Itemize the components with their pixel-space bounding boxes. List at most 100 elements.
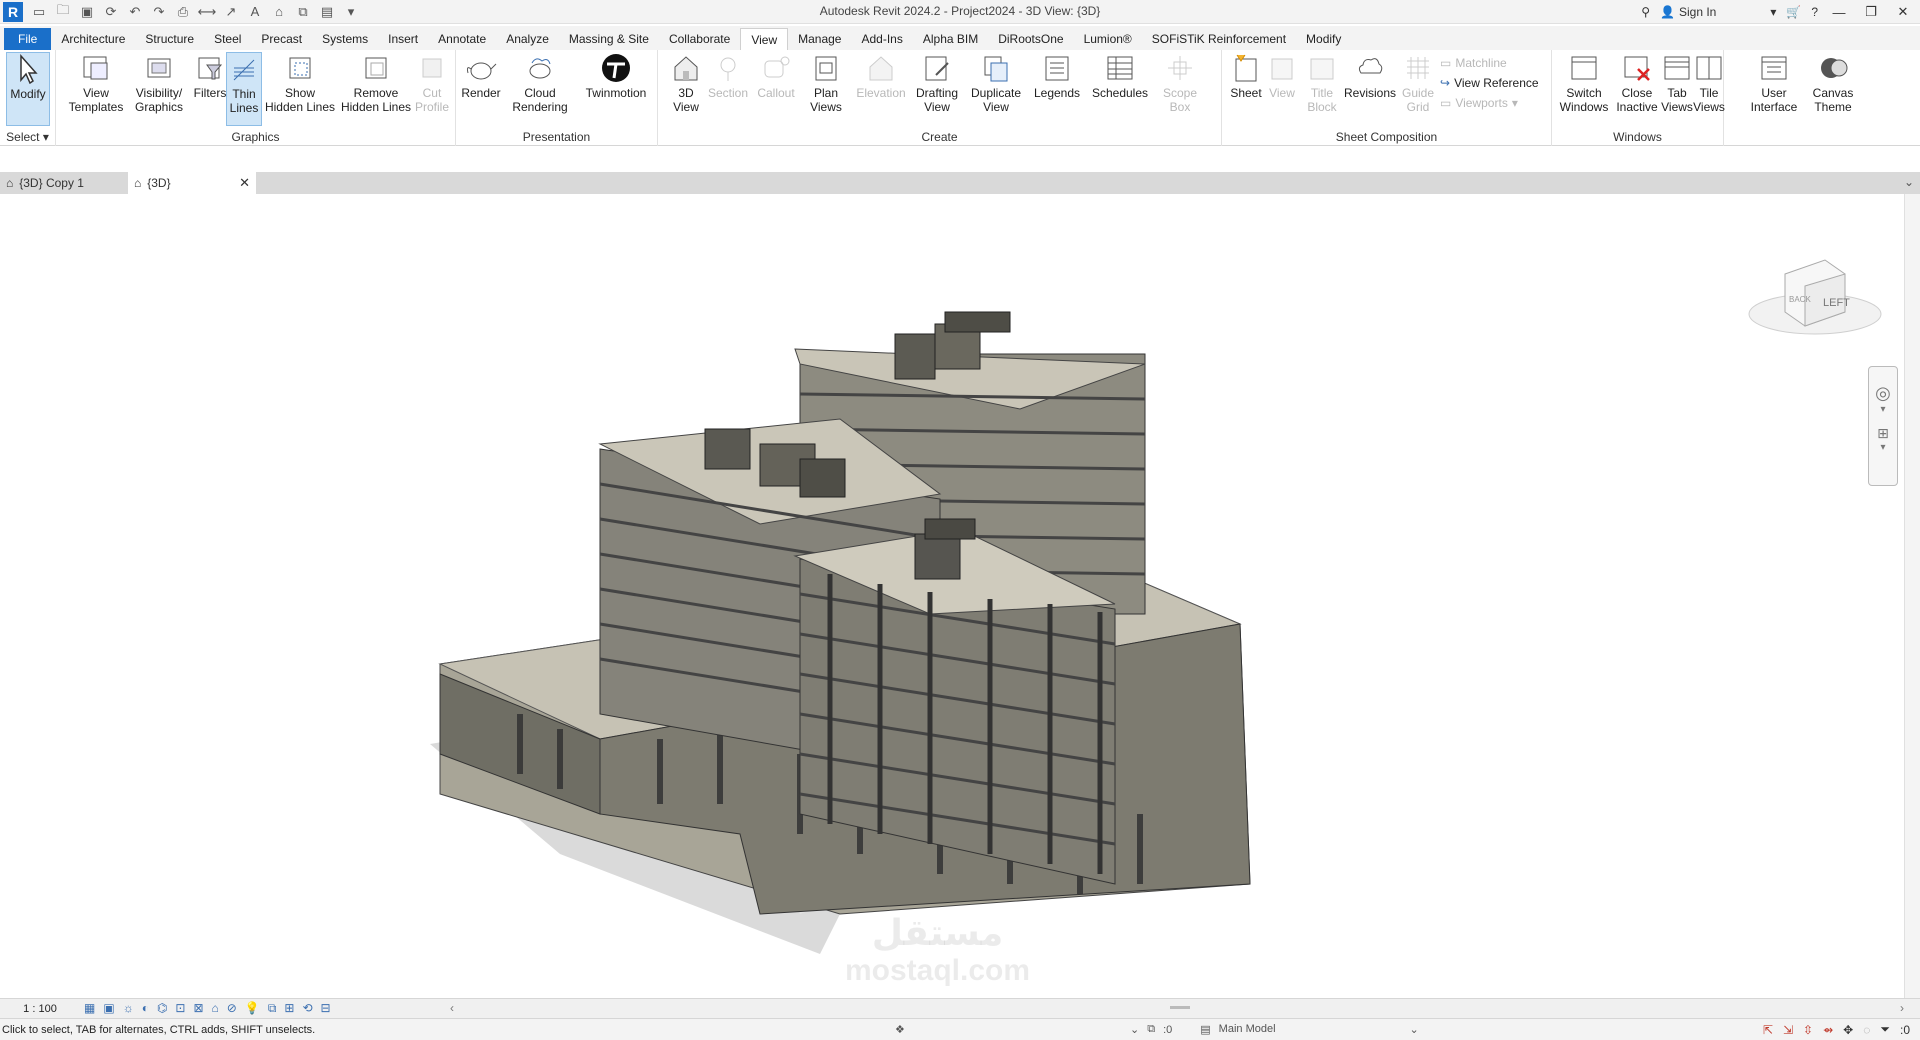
tab-insert[interactable]: Insert	[378, 28, 428, 50]
design-options-icon[interactable]: ▤	[1200, 1023, 1210, 1036]
open-icon[interactable]: ▭	[29, 2, 49, 22]
home-3d-icon[interactable]: ⌂	[269, 2, 289, 22]
view-templates-button[interactable]: View Templates	[66, 52, 126, 114]
section-button[interactable]: Section	[706, 52, 750, 100]
tab-views-button[interactable]: Tab Views	[1661, 52, 1693, 114]
guide-grid-button[interactable]: Guide Grid	[1398, 52, 1438, 114]
undo-icon[interactable]: ↶	[125, 2, 145, 22]
render-dialog-icon[interactable]: ⌬	[157, 1001, 167, 1016]
thin-lines-button[interactable]: Thin Lines	[226, 52, 262, 126]
folder-icon[interactable]: 🗀	[53, 2, 73, 22]
chevron-down-icon[interactable]: ⌄	[1130, 1023, 1139, 1036]
view-scale[interactable]: 1 : 100	[0, 1003, 80, 1015]
remove-hidden-lines-button[interactable]: Remove Hidden Lines	[338, 52, 414, 114]
tab-lumion[interactable]: Lumion®	[1074, 28, 1142, 50]
revisions-button[interactable]: Revisions	[1342, 52, 1398, 100]
render-button[interactable]: Render	[458, 52, 504, 100]
select-by-face-icon[interactable]: ⇴	[1823, 1023, 1833, 1037]
viewports-button[interactable]: ▭ Viewports ▾	[1440, 96, 1518, 110]
tab-precast[interactable]: Precast	[251, 28, 312, 50]
tab-architecture[interactable]: Architecture	[51, 28, 135, 50]
worksharing-icon[interactable]: ⧉	[268, 1001, 277, 1016]
minimize-icon[interactable]: —	[1828, 5, 1850, 20]
show-crop-icon[interactable]: ⊠	[193, 1001, 203, 1016]
restore-icon[interactable]: ❐	[1860, 4, 1882, 20]
sign-in-button[interactable]: 👤 Sign In ▾	[1660, 5, 1776, 19]
drafting-view-button[interactable]: Drafting View	[912, 52, 962, 114]
close-tab-icon[interactable]: ✕	[239, 175, 250, 191]
building-3d-model[interactable]	[0, 194, 1920, 998]
tab-view[interactable]: View	[740, 28, 789, 50]
drawing-canvas[interactable]: LEFT BACK ◎ ▾ ⊞ ▾ مستقل mostaql.com	[0, 194, 1920, 998]
user-interface-button[interactable]: User Interface	[1746, 52, 1802, 114]
redo-icon[interactable]: ↷	[149, 2, 169, 22]
select-panel-label[interactable]: Select ▾	[0, 130, 55, 144]
select-underlay-icon[interactable]: ⇲	[1783, 1023, 1793, 1037]
cut-profile-button[interactable]: Cut Profile	[412, 52, 452, 114]
tab-collaborate[interactable]: Collaborate	[659, 28, 740, 50]
temp-hide-icon[interactable]: ⊘	[227, 1001, 237, 1016]
unlock-view-icon[interactable]: ⌂	[212, 1001, 219, 1016]
tab-alpha-bim[interactable]: Alpha BIM	[913, 28, 988, 50]
status-icon[interactable]: ❖	[895, 1023, 905, 1036]
sheet-button[interactable]: Sheet	[1228, 52, 1264, 100]
tab-annotate[interactable]: Annotate	[428, 28, 496, 50]
print-icon[interactable]: ⎙	[173, 2, 193, 22]
scope-box-button[interactable]: Scope Box	[1158, 52, 1202, 114]
analytical-model-icon[interactable]: ⊞	[284, 1001, 294, 1016]
close-hidden-icon[interactable]: ⧉	[293, 2, 313, 22]
sheet-view-button[interactable]: View	[1266, 52, 1298, 100]
sync-icon[interactable]: ⟳	[101, 2, 121, 22]
tab-list-icon[interactable]: ⌄	[1904, 175, 1914, 189]
search-binoculars-icon[interactable]: ⚲	[1641, 5, 1650, 19]
select-pinned-icon[interactable]: ⇳	[1803, 1023, 1813, 1037]
shadows-icon[interactable]: ◐	[142, 1001, 149, 1016]
save-icon[interactable]: ▣	[77, 2, 97, 22]
drag-on-selection-icon[interactable]: ✥	[1843, 1023, 1853, 1037]
close-inactive-button[interactable]: Close Inactive	[1614, 52, 1660, 114]
tab-sofistik-reinforcement[interactable]: SOFiSTiK Reinforcement	[1142, 28, 1296, 50]
detail-level-icon[interactable]: ▦	[84, 1001, 95, 1016]
duplicate-view-button[interactable]: Duplicate View	[966, 52, 1026, 114]
tab-modify[interactable]: Modify	[1296, 28, 1351, 50]
tab-structure[interactable]: Structure	[135, 28, 204, 50]
view-reference-button[interactable]: ↪ View Reference	[1440, 76, 1539, 90]
close-window-icon[interactable]: ✕	[1892, 4, 1914, 20]
switch-windows-button[interactable]: Switch Windows	[1556, 52, 1612, 114]
reveal-hidden-icon[interactable]: 💡	[245, 1001, 260, 1016]
chevron-down-icon[interactable]: ▾	[1869, 404, 1897, 415]
highlight-displacement-icon[interactable]: ⟲	[302, 1001, 312, 1016]
cloud-rendering-button[interactable]: Cloud Rendering	[508, 52, 572, 114]
schedules-button[interactable]: Schedules	[1088, 52, 1152, 100]
elevation-button[interactable]: Elevation	[854, 52, 908, 100]
text-icon[interactable]: A	[245, 2, 265, 22]
reveal-constraints-icon[interactable]: ⊟	[321, 1001, 331, 1016]
steering-wheel-icon[interactable]: ◎	[1869, 383, 1897, 404]
tab-steel[interactable]: Steel	[204, 28, 251, 50]
cart-icon[interactable]: 🛒	[1786, 5, 1801, 19]
horizontal-scrollbar[interactable]: ‹ ›	[450, 1001, 1904, 1015]
view-tab-3d[interactable]: ⌂ {3D} ✕	[128, 172, 256, 194]
select-links-icon[interactable]: ⇱	[1763, 1023, 1773, 1037]
tab-systems[interactable]: Systems	[312, 28, 378, 50]
view-tab-3d-copy-1[interactable]: ⌂ {3D} Copy 1	[0, 172, 126, 194]
zoom-icon[interactable]: ⊞	[1869, 425, 1897, 442]
twinmotion-button[interactable]: Twinmotion	[578, 52, 654, 100]
visual-style-icon[interactable]: ▣	[103, 1001, 114, 1016]
customize-qat-icon[interactable]: ▾	[341, 2, 361, 22]
align-dimension-icon[interactable]: ↗	[221, 2, 241, 22]
callout-button[interactable]: Callout	[754, 52, 798, 100]
tab-analyze[interactable]: Analyze	[496, 28, 559, 50]
matchline-button[interactable]: ▭ Matchline	[1440, 56, 1507, 70]
tab-add-ins[interactable]: Add-Ins	[851, 28, 912, 50]
modify-button[interactable]: Modify	[6, 52, 50, 126]
help-icon[interactable]: ?	[1811, 5, 1818, 19]
viewcube[interactable]: LEFT BACK	[1745, 254, 1885, 347]
switch-windows-icon[interactable]: ▤	[317, 2, 337, 22]
tab-massing-site[interactable]: Massing & Site	[559, 28, 659, 50]
vertical-scrollbar[interactable]	[1904, 194, 1920, 998]
canvas-theme-button[interactable]: Canvas Theme	[1808, 52, 1858, 114]
worksets-icon[interactable]: ⧉	[1147, 1023, 1155, 1036]
tab-manage[interactable]: Manage	[788, 28, 851, 50]
crop-view-icon[interactable]: ⊡	[175, 1001, 185, 1016]
